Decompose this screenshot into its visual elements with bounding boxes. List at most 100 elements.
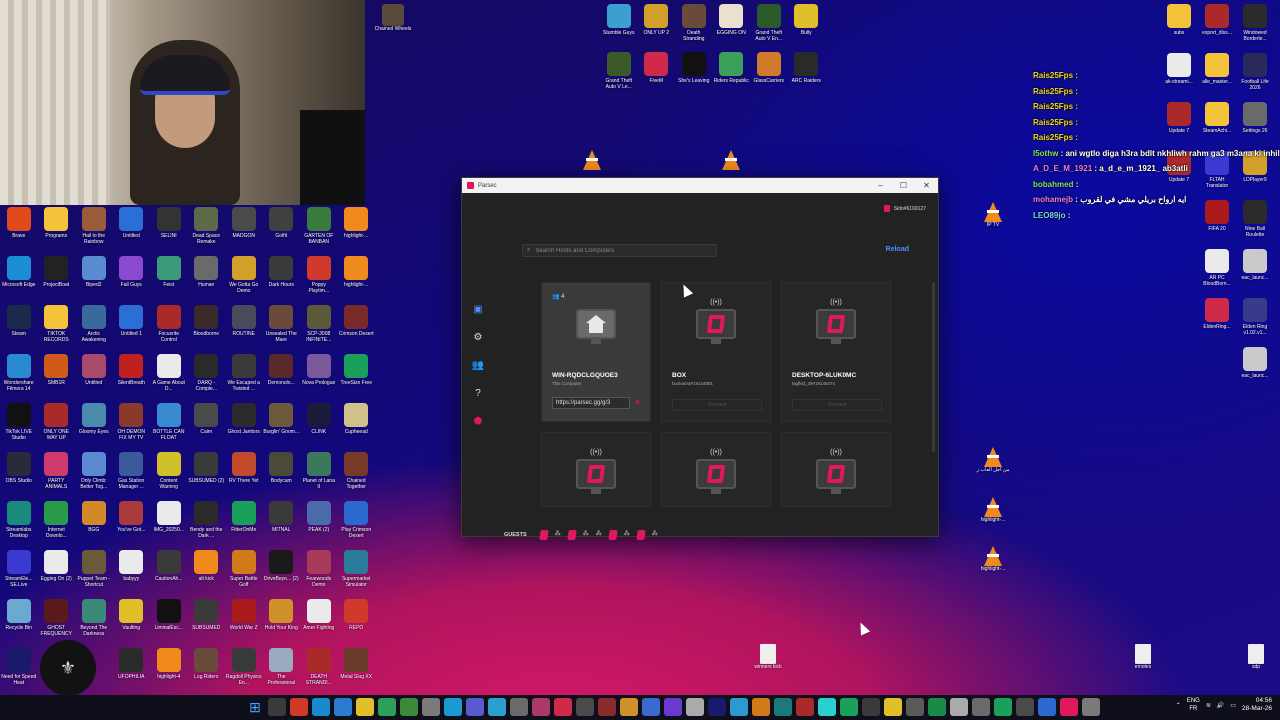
desktop-icon-we-escaped-a-twisted[interactable]: We Escaped a Twisted ... [225, 352, 263, 401]
desktop-icon-content-warning[interactable]: Content Warning [150, 450, 188, 499]
desktop-icon-death-stranding[interactable]: Death Stranding [675, 2, 713, 50]
taskbar-app-icon[interactable] [642, 698, 660, 716]
taskbar-app-icon[interactable] [576, 698, 594, 716]
desktop-icon-chained-wheels[interactable]: Chained Wheels [373, 4, 413, 32]
desktop-icon-treesize-free[interactable]: TreeSize Free [338, 352, 376, 401]
desktop-icon-grand-theft-auto-v-en[interactable]: Grand Theft Auto V En... [750, 2, 788, 50]
desktop-icon-untitled-1[interactable]: Untitled 1 [113, 303, 151, 352]
desktop-icon-caim[interactable]: Caim [188, 401, 226, 450]
desktop-icon-fivem[interactable]: FiveM [638, 50, 676, 98]
taskbar-app-icon[interactable] [752, 698, 770, 716]
taskbar-app-icon[interactable] [598, 698, 616, 716]
desktop-icon-nova-prologue[interactable]: Nova Prologue [300, 352, 338, 401]
desktop-icon-bloodborne[interactable]: Bloodborne [188, 303, 226, 352]
desktop-icon-grand-theft-auto-v-le[interactable]: Grand Theft Auto V Le... [600, 50, 638, 98]
desktop-icon-highlight[interactable]: highlight-... [338, 254, 376, 303]
desktop-icon-wondershare-filmora-14[interactable]: Wondershare Filmora 14 [0, 352, 38, 401]
taskbar-app-icon[interactable] [422, 698, 440, 716]
desktop-icon-subsumed-2[interactable]: SUBSUMED (2) [188, 450, 226, 499]
taskbar-app-icon[interactable] [796, 698, 814, 716]
desktop-icon-selini[interactable]: SELINI [150, 205, 188, 254]
host-card[interactable]: ((•)) [541, 432, 651, 507]
desktop-icon-death-strandi[interactable]: DEATH STRANDI... [300, 646, 338, 695]
computers-nav-icon[interactable]: ▣ [472, 303, 484, 315]
desktop-icon-tiktok-records[interactable]: TIKTOK RECORDS [38, 303, 76, 352]
wifi-icon[interactable]: ≋ [1206, 702, 1211, 709]
close-link-icon[interactable]: ✕ [634, 398, 641, 407]
arcade-nav-icon[interactable]: ⬢ [472, 415, 484, 427]
parsec-titlebar[interactable]: Parsec – ☐ ✕ [462, 178, 938, 193]
desktop-icon-arc-raiders[interactable]: ARC Raiders [788, 50, 826, 98]
taskbar-app-icon[interactable] [730, 698, 748, 716]
desktop-icon-feist[interactable]: Feist [150, 254, 188, 303]
taskbar-app-icon[interactable] [818, 698, 836, 716]
search-input[interactable] [535, 247, 706, 254]
battery-icon[interactable]: ▭ [1230, 702, 1236, 709]
desktop-icon-export-dlss[interactable]: export_dlss... [1198, 2, 1236, 51]
taskbar-app-icon[interactable] [378, 698, 396, 716]
taskbar-app-icon[interactable] [840, 698, 858, 716]
desktop-icon-streamele-se-live[interactable]: StreamEle... SE.Live [0, 548, 38, 597]
taskbar-app-icon[interactable] [356, 698, 374, 716]
desktop-icon-a-game-about-d[interactable]: A Game About D... [150, 352, 188, 401]
desktop-icon-windowed-borderle[interactable]: Windowed Borderle... [1236, 2, 1274, 51]
maximize-button[interactable]: ☐ [892, 178, 915, 193]
close-button[interactable]: ✕ [915, 178, 938, 193]
desktop-icon-stumble-guys[interactable]: Stumble Guys [600, 2, 638, 50]
taskbar-app-icon[interactable] [1060, 698, 1078, 716]
taskbar-app-icon[interactable] [312, 698, 330, 716]
desktop-icon-bodycam[interactable]: Bodycam [263, 450, 301, 499]
help-nav-icon[interactable]: ? [472, 387, 484, 399]
desktop-icon-emotes[interactable]: emotes [1123, 644, 1163, 670]
desktop-icon-egging-on-2[interactable]: Egging On (2) [38, 548, 76, 597]
desktop-icon-winners-kick[interactable]: winners kick [748, 644, 788, 670]
clock[interactable]: 04:56 28-Mar-26 [1242, 697, 1272, 713]
desktop-icon-recycle-bin[interactable]: Recycle Bin [0, 597, 38, 646]
desktop-icon-oh-demon-fix-my-tv[interactable]: OH DEMON FIX MY TV [113, 401, 151, 450]
desktop-icon-cupheead[interactable]: Cupheead [338, 401, 376, 450]
desktop-icon-clink[interactable]: CLINK [300, 401, 338, 450]
desktop-icon-eldenring[interactable]: EldenRing... [1198, 296, 1236, 345]
desktop-icon-fitteronme[interactable]: FitterOnMe [225, 499, 263, 548]
desktop-icon-obs-studio[interactable]: OBS Studio [0, 450, 38, 499]
taskbar-app-icon[interactable] [554, 698, 572, 716]
desktop-icon-bottle-can-float[interactable]: BOTTLE CAN FLOAT [150, 401, 188, 450]
desktop-icon-gas-station-manager[interactable]: Gas Station Manager ... [113, 450, 151, 499]
desktop-icon-ip-tv[interactable]: IP TV [973, 202, 1013, 228]
taskbar-app-icon[interactable] [664, 698, 682, 716]
taskbar-app-icon[interactable] [972, 698, 990, 716]
desktop-icon-subs[interactable]: subs [1160, 2, 1198, 51]
host-card-desktop[interactable]: ((•)) DESKTOP-6LUK0MC lagfkld_39#1914547… [781, 282, 891, 422]
taskbar-app-icon[interactable] [1016, 698, 1034, 716]
desktop-icon-repo[interactable]: REPO [338, 597, 376, 646]
desktop-icon-highlight[interactable]: highlight-... [338, 205, 376, 254]
desktop-icon-supermarket-simulator[interactable]: Supermarket Simulator [338, 548, 376, 597]
desktop-icon-madgon[interactable]: MADGON [225, 205, 263, 254]
desktop-icon-ghost-janitors[interactable]: Ghost Janitors [225, 401, 263, 450]
desktop-icon-subsumed[interactable]: SUBSUMED [188, 597, 226, 646]
desktop-icon-fall-guys[interactable]: Fall Guys [113, 254, 151, 303]
desktop-icon-streamlabs-desktop[interactable]: Streamlabs Desktop [0, 499, 38, 548]
desktop-icon-biped2[interactable]: Biped2 [75, 254, 113, 303]
desktop-icon-play-crimson-desert[interactable]: Play Crimson Desert [338, 499, 376, 548]
taskbar-app-icon[interactable] [950, 698, 968, 716]
desktop-icon-drivebeyo-2[interactable]: DriveBeyo... (2) [263, 548, 301, 597]
desktop-icon-bully[interactable]: Bully [788, 2, 826, 50]
desktop-icon-garten-of-banban[interactable]: GARTEN OF BANBAN [300, 205, 338, 254]
taskbar-app-icon[interactable] [290, 698, 308, 716]
desktop-icon-dark-hours[interactable]: Dark Hours [263, 254, 301, 303]
guest-avatar-icon[interactable] [607, 530, 618, 540]
desktop-icon-vlc-1[interactable] [572, 150, 612, 170]
settings-nav-icon[interactable]: ⚙ [472, 331, 484, 343]
desktop-icon-rv-there-yet[interactable]: RV There Yet [225, 450, 263, 499]
desktop-icon-darq-comple[interactable]: DARQ - Comple... [188, 352, 226, 401]
cards-scrollbar[interactable] [932, 282, 935, 452]
desktop-icon-alt-kick[interactable]: alt kick [188, 548, 226, 597]
desktop-icon-hold-your-king[interactable]: Hold Your King [263, 597, 301, 646]
desktop-icon-scp-3008-infinite[interactable]: SCP-3008 INFINITE... [300, 303, 338, 352]
host-card[interactable]: ((•)) [781, 432, 891, 507]
desktop-icon-projectboat[interactable]: ProjectBoat [38, 254, 76, 303]
desktop-icon-eac-launc[interactable]: eac_launc... [1236, 345, 1274, 394]
host-card-box[interactable]: ((•)) BOX boxkarira#19144901 Connect [661, 282, 771, 422]
taskbar-app-icon[interactable] [906, 698, 924, 716]
